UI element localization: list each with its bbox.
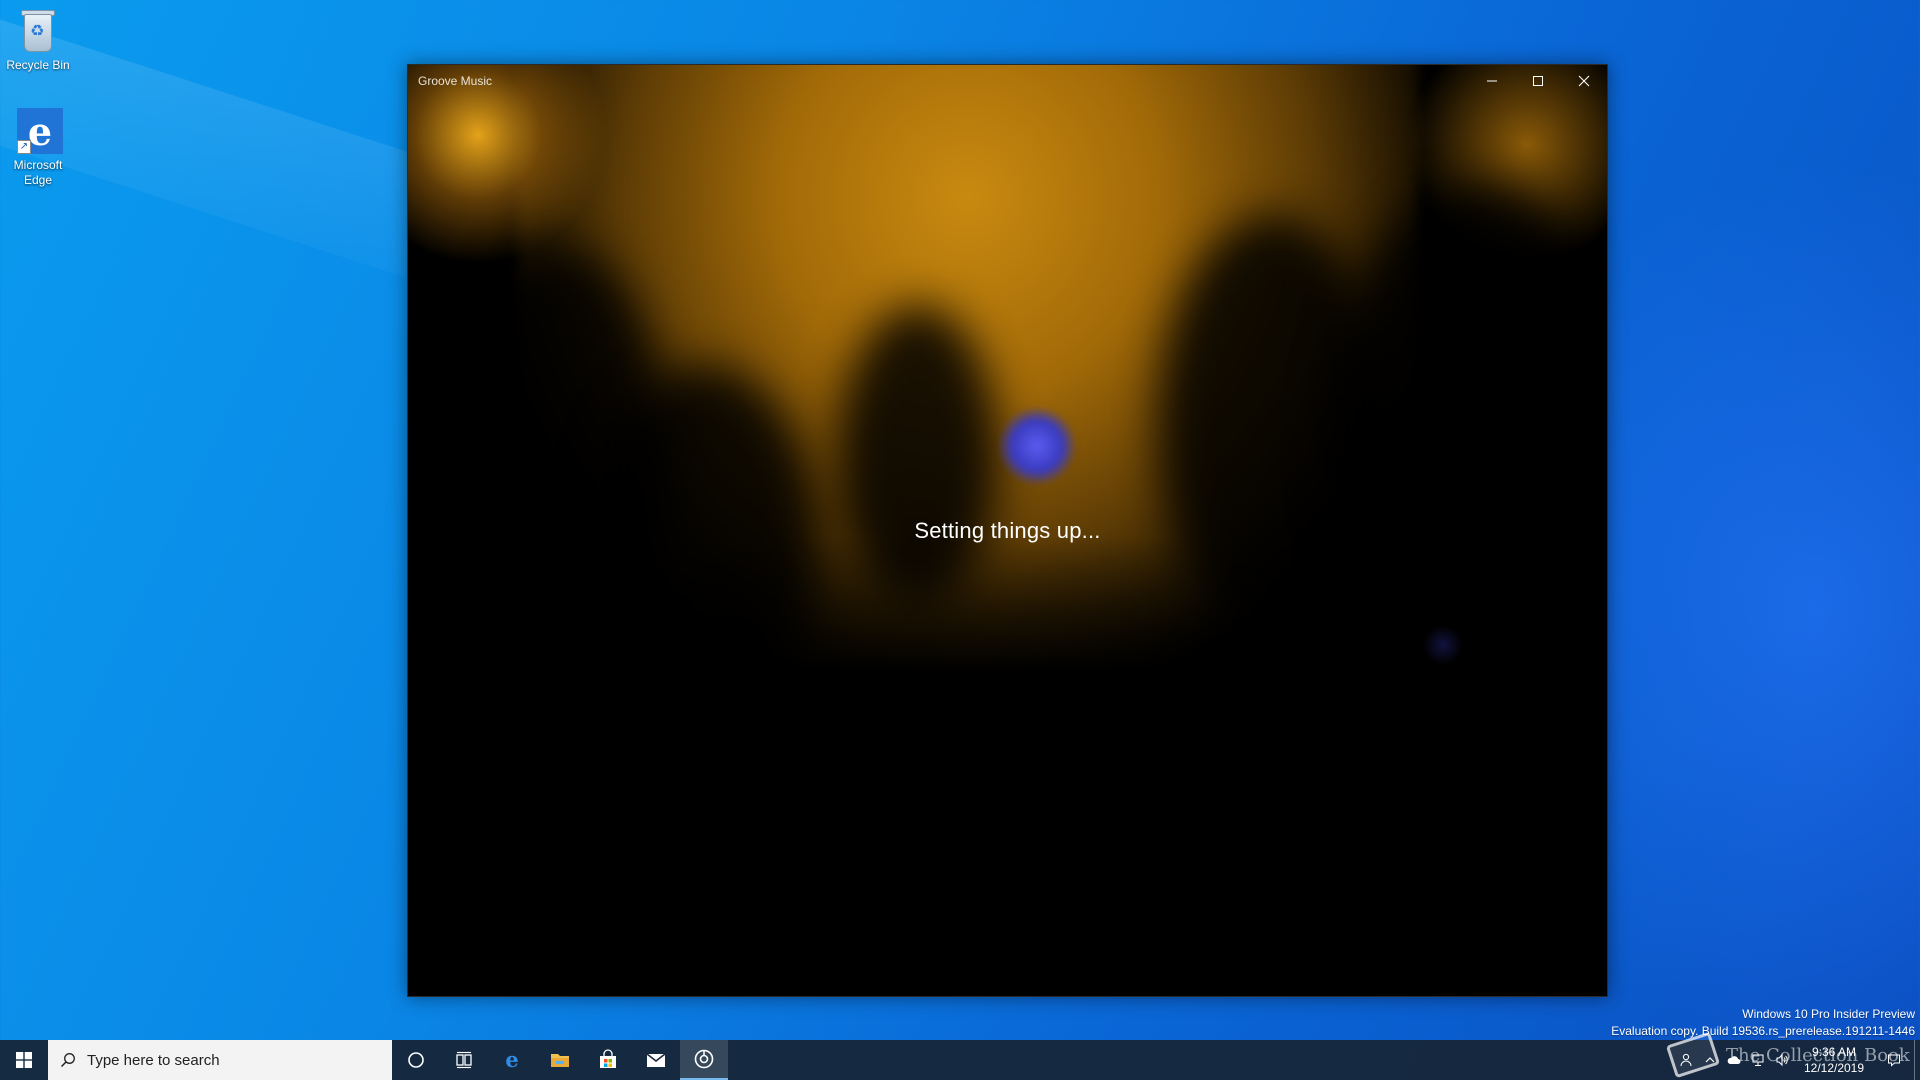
watermark-edition: Windows 10 Pro Insider Preview: [1742, 1007, 1915, 1021]
desktop-icon-label: Recycle Bin: [6, 58, 70, 72]
store-icon: [600, 1049, 616, 1068]
task-view-button[interactable]: [440, 1040, 488, 1080]
minimize-icon: [1487, 80, 1497, 82]
taskbar-clock[interactable]: 9:36 AM 12/12/2019: [1794, 1044, 1874, 1076]
mail-icon: [646, 1053, 666, 1067]
taskbar-search-box[interactable]: Type here to search: [48, 1040, 392, 1080]
groove-music-window[interactable]: Groove Music Setting things up...: [407, 64, 1608, 997]
person-icon: [1680, 1053, 1692, 1067]
file-explorer-icon: [551, 1054, 569, 1067]
svg-text:e: e: [505, 1049, 518, 1071]
search-placeholder: Type here to search: [87, 1051, 220, 1069]
mail-button[interactable]: [632, 1040, 680, 1080]
system-tray: 9:36 AM 12/12/2019: [1674, 1040, 1920, 1080]
clock-date: 12/12/2019: [1803, 1061, 1865, 1075]
desktop-icon-recycle-bin[interactable]: ♻ Recycle Bin: [0, 8, 76, 73]
task-view-icon: [456, 1051, 472, 1069]
desktop-icon-microsoft-edge[interactable]: e ↗ Microsoft Edge: [0, 108, 76, 188]
search-icon: [60, 1053, 75, 1068]
taskbar-edge-button[interactable]: e: [488, 1040, 536, 1080]
windows-watermark: Windows 10 Pro Insider Preview Evaluatio…: [1611, 1006, 1915, 1040]
close-button[interactable]: [1561, 65, 1607, 97]
setup-status-text: Setting things up...: [914, 518, 1101, 543]
caption-buttons: [1469, 65, 1607, 97]
windows-logo-icon: [16, 1052, 32, 1068]
blue-light-orb: [998, 407, 1076, 485]
volume-button[interactable]: [1770, 1040, 1794, 1080]
close-icon: [1578, 75, 1590, 87]
desktop-icon-label: Microsoft Edge: [13, 158, 63, 187]
cortana-icon: [408, 1052, 424, 1068]
show-desktop-button[interactable]: [1914, 1040, 1920, 1080]
network-icon: [1752, 1054, 1764, 1066]
cloud-icon: [1727, 1056, 1741, 1064]
maximize-button[interactable]: [1515, 65, 1561, 97]
watermark-build: Evaluation copy. Build 19536.rs_prerelea…: [1611, 1024, 1915, 1038]
chevron-up-icon: [1705, 1057, 1715, 1063]
notification-icon: [1888, 1054, 1900, 1067]
speaker-icon: [1776, 1053, 1788, 1067]
groove-music-icon: [694, 1049, 714, 1069]
onedrive-button[interactable]: [1722, 1040, 1746, 1080]
clock-time: 9:36 AM: [1811, 1045, 1857, 1059]
window-title: Groove Music: [418, 74, 493, 88]
taskbar: Type here to search e 9:36 AM 12/12/2019: [0, 1040, 1920, 1080]
minimize-button[interactable]: [1469, 65, 1515, 97]
microsoft-store-button[interactable]: [584, 1040, 632, 1080]
show-hidden-icons-button[interactable]: [1698, 1040, 1722, 1080]
edge-icon: e: [505, 1049, 518, 1071]
recycle-bin-icon: ♻: [15, 8, 61, 54]
window-titlebar[interactable]: Groove Music: [408, 65, 1607, 97]
file-explorer-button[interactable]: [536, 1040, 584, 1080]
tray-person-button[interactable]: [1674, 1040, 1698, 1080]
maximize-icon: [1533, 76, 1543, 86]
groove-music-button[interactable]: [680, 1040, 728, 1080]
network-button[interactable]: [1746, 1040, 1770, 1080]
cortana-button[interactable]: [392, 1040, 440, 1080]
action-center-button[interactable]: [1874, 1040, 1914, 1080]
start-button[interactable]: [0, 1040, 48, 1080]
edge-icon: e ↗: [15, 108, 63, 154]
